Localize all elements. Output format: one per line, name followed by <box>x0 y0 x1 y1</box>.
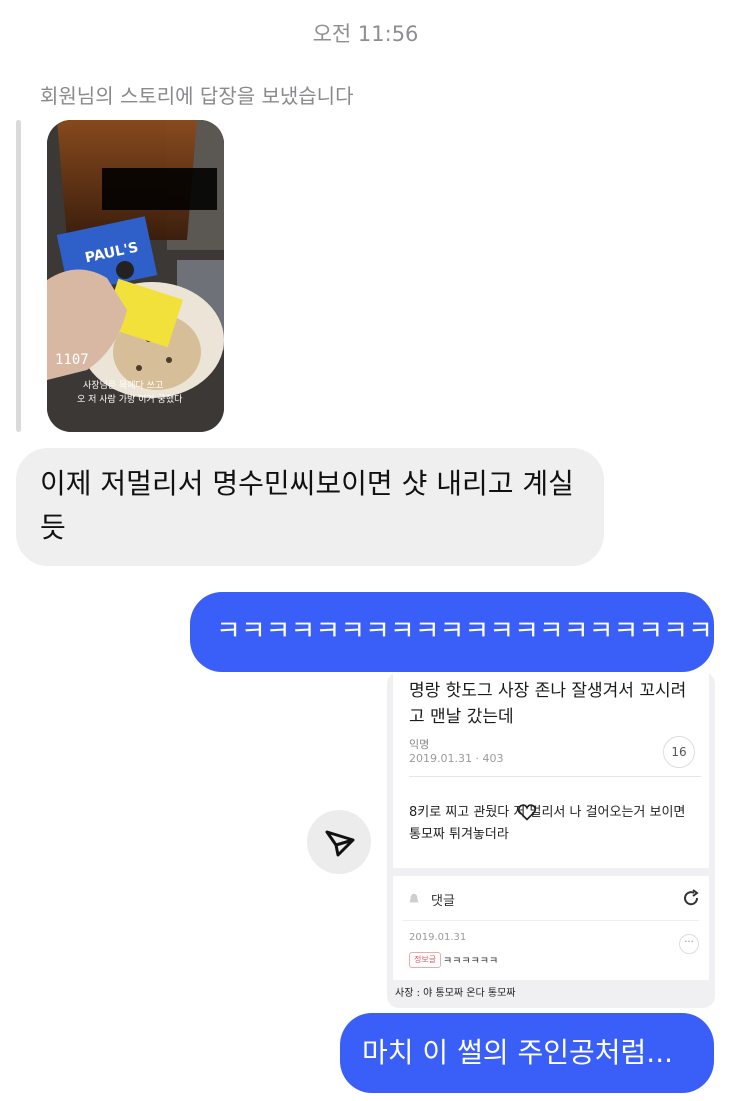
timestamp: 오전 11:56 <box>312 22 419 46</box>
post-author: 익명 <box>409 738 430 751</box>
story-caption-1: 사장님은 목에다 쓰고 <box>83 380 163 391</box>
post-card: 명랑 핫도그 사장 존나 잘생겨서 꼬시려고 맨날 갔는데 익명 2019.01… <box>393 672 709 868</box>
post-meta: 2019.01.31 · 403 <box>409 752 504 765</box>
sent-message-text-2: 마치 이 썰의 주인공처럼... <box>362 1036 674 1069</box>
comment-count-badge: 16 <box>663 736 695 768</box>
post-title: 명랑 핫도그 사장 존나 잘생겨서 꼬시려고 맨날 갔는데 <box>409 681 687 727</box>
comment-date: 2019.01.31 <box>409 932 467 943</box>
comments-divider <box>403 920 699 921</box>
screenshot-caption: 사장 : 야 통모짜 온다 통모짜 <box>395 988 516 999</box>
story-counter: 1107 <box>55 352 89 368</box>
comments-section: 댓글 2019.01.31 ··· 정보글 ㅋㅋㅋㅋㅋㅋ <box>393 876 709 980</box>
sent-message-text-1: ㅋㅋㅋㅋㅋㅋㅋㅋㅋㅋㅋㅋㅋㅋㅋㅋㅋㅋㅋㅋ 아 <box>216 616 731 647</box>
story-reply-label: 회원님의 스토리에 답장을 보냈습니다 <box>40 84 354 108</box>
story-thumbnail[interactable]: PAUL'S 1107 사장님은 목에다 쓰고 오 저 사람 가방 이거 궁했다 <box>47 120 224 432</box>
comment-tag: 정보글 <box>409 952 442 968</box>
post-divider <box>409 776 701 777</box>
more-icon: ··· <box>679 934 699 954</box>
comments-label: 댓글 <box>431 894 455 909</box>
story-caption-2: 오 저 사람 가방 이거 궁했다 <box>77 393 183 405</box>
paper-plane-icon <box>325 830 355 857</box>
post-body: 8키로 찌고 관뒀다 저 멀리서 나 걸어오는거 보이면 통모짜 튀겨놓더라 <box>409 805 686 842</box>
comment-text: ㅋㅋㅋㅋㅋㅋ <box>443 956 499 967</box>
story-image: PAUL'S 1107 사장님은 목에다 쓰고 오 저 사람 가방 이거 궁했다 <box>47 120 224 432</box>
heart-icon <box>518 804 536 821</box>
share-button[interactable] <box>307 810 371 874</box>
bell-icon <box>409 893 419 903</box>
received-message-text: 이제 저멀리서 명수민씨보이면 샷 내리고 계실듯 <box>40 467 574 544</box>
refresh-icon <box>684 889 699 906</box>
story-reply-bar <box>16 120 21 432</box>
shared-post-screenshot[interactable]: 명랑 핫도그 사장 존나 잘생겨서 꼬시려고 맨날 갔는데 익명 2019.01… <box>387 672 715 1008</box>
